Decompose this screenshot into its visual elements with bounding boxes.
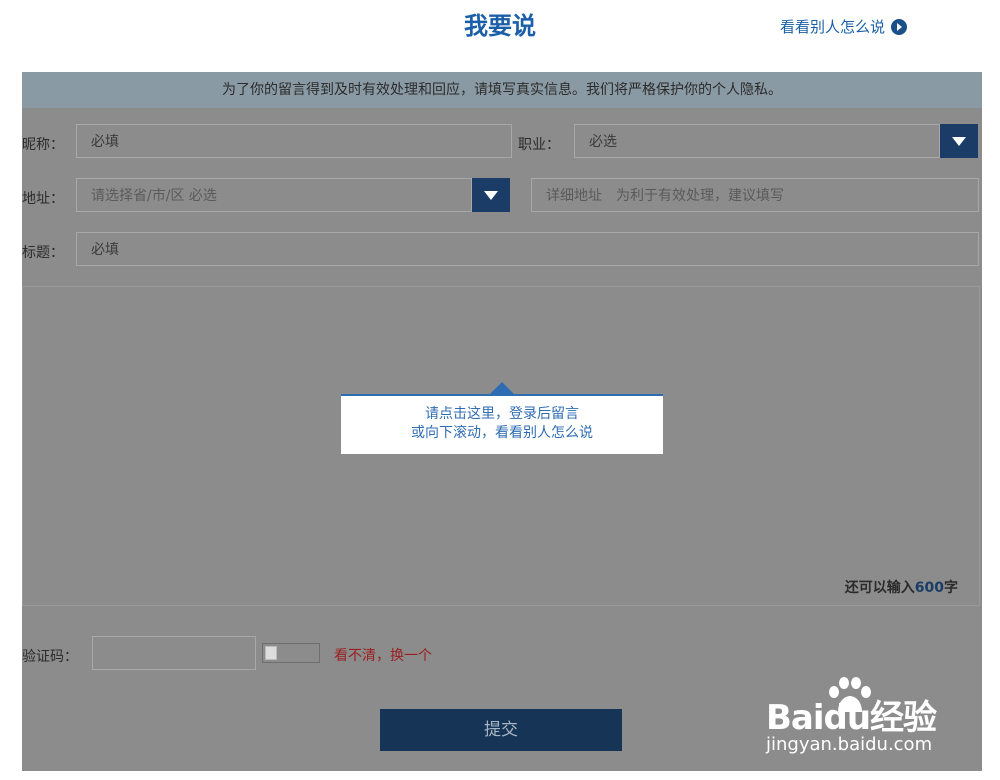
address-select[interactable]: 请选择省/市/区 必选 [76, 178, 472, 212]
occupation-label: 职业： [518, 137, 560, 153]
counter-suffix: 字 [944, 580, 958, 596]
occupation-select[interactable]: 必选 [574, 124, 940, 158]
counter-value: 600 [914, 580, 944, 596]
counter-prefix: 还可以输入 [844, 580, 915, 596]
chevron-down-icon[interactable] [472, 178, 510, 212]
address-label: 地址： [22, 191, 64, 207]
popup-line2: 或向下滚动，看看别人怎么说 [411, 425, 593, 441]
title-label: 标题： [22, 245, 64, 261]
nickname-input[interactable]: 必填 [76, 124, 512, 158]
char-counter: 还可以输入600字 [845, 577, 958, 597]
chevron-down-icon[interactable] [940, 124, 978, 158]
privacy-notice: 为了你的留言得到及时有效处理和回应，请填写真实信息。我们将严格保护你的个人隐私。 [22, 72, 982, 108]
view-others-label: 看看别人怎么说 [780, 18, 886, 36]
title-input[interactable]: 必填 [76, 232, 979, 266]
captcha-refresh-link[interactable]: 看不清，换一个 [334, 645, 432, 665]
captcha-input[interactable] [92, 636, 256, 670]
view-others-link[interactable]: 看看别人怎么说 [780, 16, 908, 37]
popup-arrow [490, 382, 514, 394]
watermark-url: jingyan.baidu.com [766, 734, 933, 755]
captcha-label: 验证码： [22, 649, 78, 665]
arrow-right-circle-icon [891, 18, 908, 35]
captcha-image[interactable] [262, 643, 320, 663]
baidu-watermark: Baidu经验 jingyan.baidu.com [766, 676, 966, 766]
popup-line1: 请点击这里，登录后留言 [425, 406, 579, 422]
address-detail-input[interactable]: 详细地址 为利于有效处理，建议填写 [531, 178, 979, 212]
submit-button[interactable]: 提交 [380, 709, 622, 751]
comment-form: 为了你的留言得到及时有效处理和回应，请填写真实信息。我们将严格保护你的个人隐私。… [22, 72, 982, 771]
nickname-label: 昵称： [22, 137, 64, 153]
watermark-brand: Baidu经验 [766, 698, 937, 738]
login-popup[interactable]: 请点击这里，登录后留言 或向下滚动，看看别人怎么说 [341, 394, 663, 454]
